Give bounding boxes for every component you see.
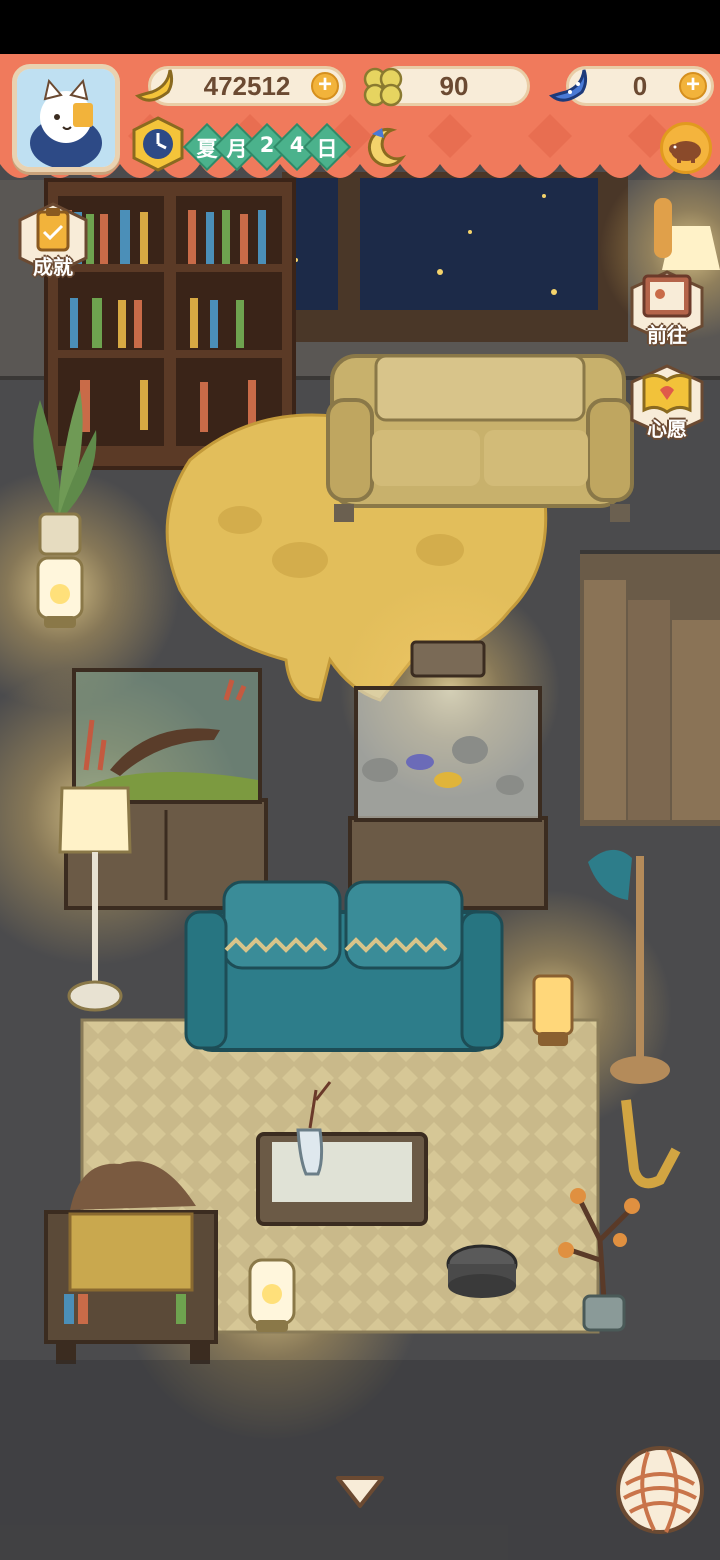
clock-icon[interactable]	[130, 116, 186, 172]
small-lamp-left[interactable]	[36, 556, 84, 628]
boar-button[interactable]	[660, 122, 712, 174]
yarn-ball-button[interactable]	[614, 1444, 706, 1536]
achievements-button[interactable]: 成就	[8, 198, 98, 280]
player-avatar[interactable]	[12, 64, 120, 172]
small-lamp-bottom[interactable]	[248, 1258, 296, 1332]
yarn-ball-icon	[616, 1446, 704, 1534]
wishes-button[interactable]: 心愿	[622, 360, 712, 442]
add-bananas-button[interactable]: +	[311, 72, 339, 100]
room-scene	[0, 0, 720, 1560]
day-label: 日	[316, 137, 338, 161]
clover-icon	[363, 67, 403, 107]
moon-icon[interactable]	[362, 124, 408, 170]
boar-icon	[669, 141, 701, 163]
drum[interactable]	[446, 1244, 518, 1298]
collapse-button[interactable]	[334, 1472, 386, 1512]
banana-icon	[134, 69, 174, 102]
wishes-label: 心愿	[647, 417, 687, 441]
blue-banana-icon	[548, 69, 588, 102]
goto-label: 前往	[647, 323, 687, 347]
room-illustration	[0, 0, 720, 1560]
cat-avatar-icon	[17, 69, 115, 167]
chevron-down-icon	[336, 1476, 384, 1508]
top-hud: 472512 + 90 0 + 夏 月 2 4 日	[0, 54, 720, 204]
back-sofa[interactable]	[326, 354, 634, 522]
table-lamp-right[interactable]	[532, 974, 574, 1046]
add-blue-bananas-button[interactable]: +	[679, 72, 707, 100]
achievements-label: 成就	[33, 255, 73, 279]
goto-button[interactable]: 前往	[622, 266, 712, 348]
